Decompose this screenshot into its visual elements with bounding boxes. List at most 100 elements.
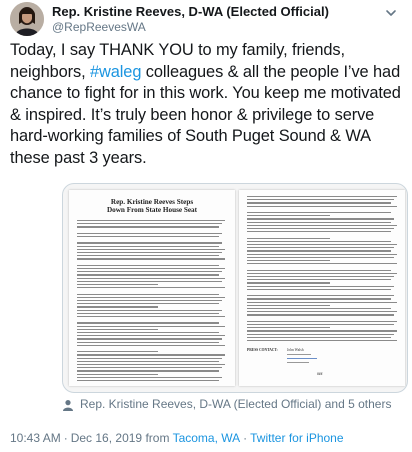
document-text-line	[77, 328, 159, 331]
document-text-line	[77, 280, 222, 283]
document-text-line	[247, 269, 391, 271]
document-text-line	[247, 295, 394, 297]
press-contact-name: John Walsh	[287, 348, 304, 352]
document-text-line	[247, 215, 330, 217]
document-text-line	[77, 376, 222, 379]
document-text-line	[77, 373, 159, 375]
media-image[interactable]: Rep. Kristine Reeves Steps Down From Sta…	[62, 183, 408, 393]
hashtag-link[interactable]: #waleg	[90, 63, 141, 81]
document-text-line	[247, 250, 391, 252]
document-title-line: Down From State House Seat	[106, 206, 198, 214]
document-text-line	[77, 341, 219, 343]
document-text-line	[247, 276, 394, 278]
document-text-line	[77, 226, 219, 228]
document-text-line	[247, 247, 394, 249]
document-text-line	[77, 364, 225, 366]
document-text-line	[247, 308, 391, 310]
document-text-line	[77, 306, 159, 308]
document-text-line	[77, 338, 222, 340]
document-text-line	[77, 268, 225, 270]
document-text-line	[77, 264, 219, 267]
document-text-line	[247, 228, 394, 230]
document-text-line	[247, 327, 330, 329]
document-text-line	[247, 260, 330, 262]
tweet-text: Today, I say THANK YOU to my family, fri…	[10, 40, 406, 169]
document-text-line	[247, 324, 394, 326]
tweet-date[interactable]: Dec 16, 2019	[71, 431, 142, 445]
document-text-line	[77, 325, 225, 327]
document-text-line	[247, 244, 397, 246]
document-text-line	[247, 298, 391, 300]
document-text-line	[287, 358, 317, 359]
chevron-down-icon[interactable]	[384, 6, 398, 20]
document-text-line	[77, 322, 219, 324]
from-label: from	[145, 431, 170, 445]
document-text-line	[247, 282, 330, 284]
document-text-line	[247, 333, 394, 335]
document-text-line	[77, 277, 225, 279]
tweet-time[interactable]: 10:43 AM	[10, 431, 61, 445]
location-link[interactable]: Tacoma, WA	[173, 431, 241, 445]
document-text-line	[247, 272, 397, 275]
document-text-line	[77, 380, 219, 382]
document-text-line	[247, 279, 391, 281]
meta-separator: ·	[63, 431, 68, 445]
document-text-line	[247, 202, 391, 204]
avatar[interactable]	[10, 2, 44, 36]
document-text-line	[77, 252, 222, 254]
tagged-users-text: Rep. Kristine Reeves, D-WA (Elected Offi…	[80, 397, 392, 411]
document-text-line	[77, 236, 219, 238]
document-text-line	[77, 248, 225, 251]
document-text-line	[247, 224, 397, 227]
document-title-line: Rep. Kristine Reeves Steps	[110, 198, 194, 206]
document-text-line	[77, 309, 222, 311]
document-text-line	[77, 223, 222, 225]
document-text-line	[247, 237, 330, 239]
document-text-line	[247, 212, 391, 214]
meta-separator: ·	[243, 431, 248, 445]
document-end-mark: ###	[317, 372, 323, 376]
document-text-line	[77, 300, 222, 302]
document-text-line	[247, 288, 391, 291]
document-text-line	[247, 340, 397, 342]
document-title: Rep. Kristine Reeves Steps Down From Sta…	[69, 198, 235, 214]
document-text-line	[77, 258, 225, 260]
document-text-line	[77, 316, 225, 318]
document-text-line	[77, 232, 222, 235]
document-text-line	[77, 354, 225, 356]
avatar-photo	[10, 2, 44, 36]
document-text-line	[77, 271, 222, 273]
press-contact-label: PRESS CONTACT:	[247, 348, 278, 352]
document-text-line	[77, 360, 219, 363]
author-name[interactable]: Rep. Kristine Reeves, D-WA (Elected Offi…	[52, 4, 329, 19]
document-text-line	[247, 205, 397, 207]
document-text-line	[77, 293, 219, 295]
tweet-meta: 10:43 AM · Dec 16, 2019 from Tacoma, WA · Tw…	[10, 431, 344, 445]
document-text-line	[287, 362, 309, 363]
author-handle[interactable]: @RepReevesWA	[52, 20, 146, 34]
document-text-line	[247, 314, 394, 316]
document-text-line	[247, 253, 397, 255]
document-text-line	[77, 287, 225, 289]
document-text-line	[77, 284, 159, 286]
document-text-line	[247, 304, 330, 307]
document-text-line	[77, 242, 222, 244]
document-text-line	[77, 335, 225, 337]
document-text-line	[247, 240, 391, 243]
document-text-line	[77, 357, 222, 359]
tagged-users[interactable]: Rep. Kristine Reeves, D-WA (Elected Offi…	[62, 397, 391, 411]
document-text-line	[287, 354, 311, 355]
document-text-line	[247, 285, 394, 287]
source-link[interactable]: Twitter for iPhone	[250, 431, 343, 445]
document-text-line	[247, 256, 394, 259]
person-icon	[63, 399, 73, 411]
document-text-line	[77, 351, 159, 353]
document-text-line	[247, 199, 394, 201]
document-text-line	[77, 296, 225, 299]
document-text-line	[77, 255, 219, 257]
document-text-line	[247, 311, 397, 313]
document-text-line	[247, 263, 397, 265]
document-text-line	[247, 231, 391, 233]
document-text-line	[247, 320, 397, 323]
document-text-line	[77, 370, 219, 372]
